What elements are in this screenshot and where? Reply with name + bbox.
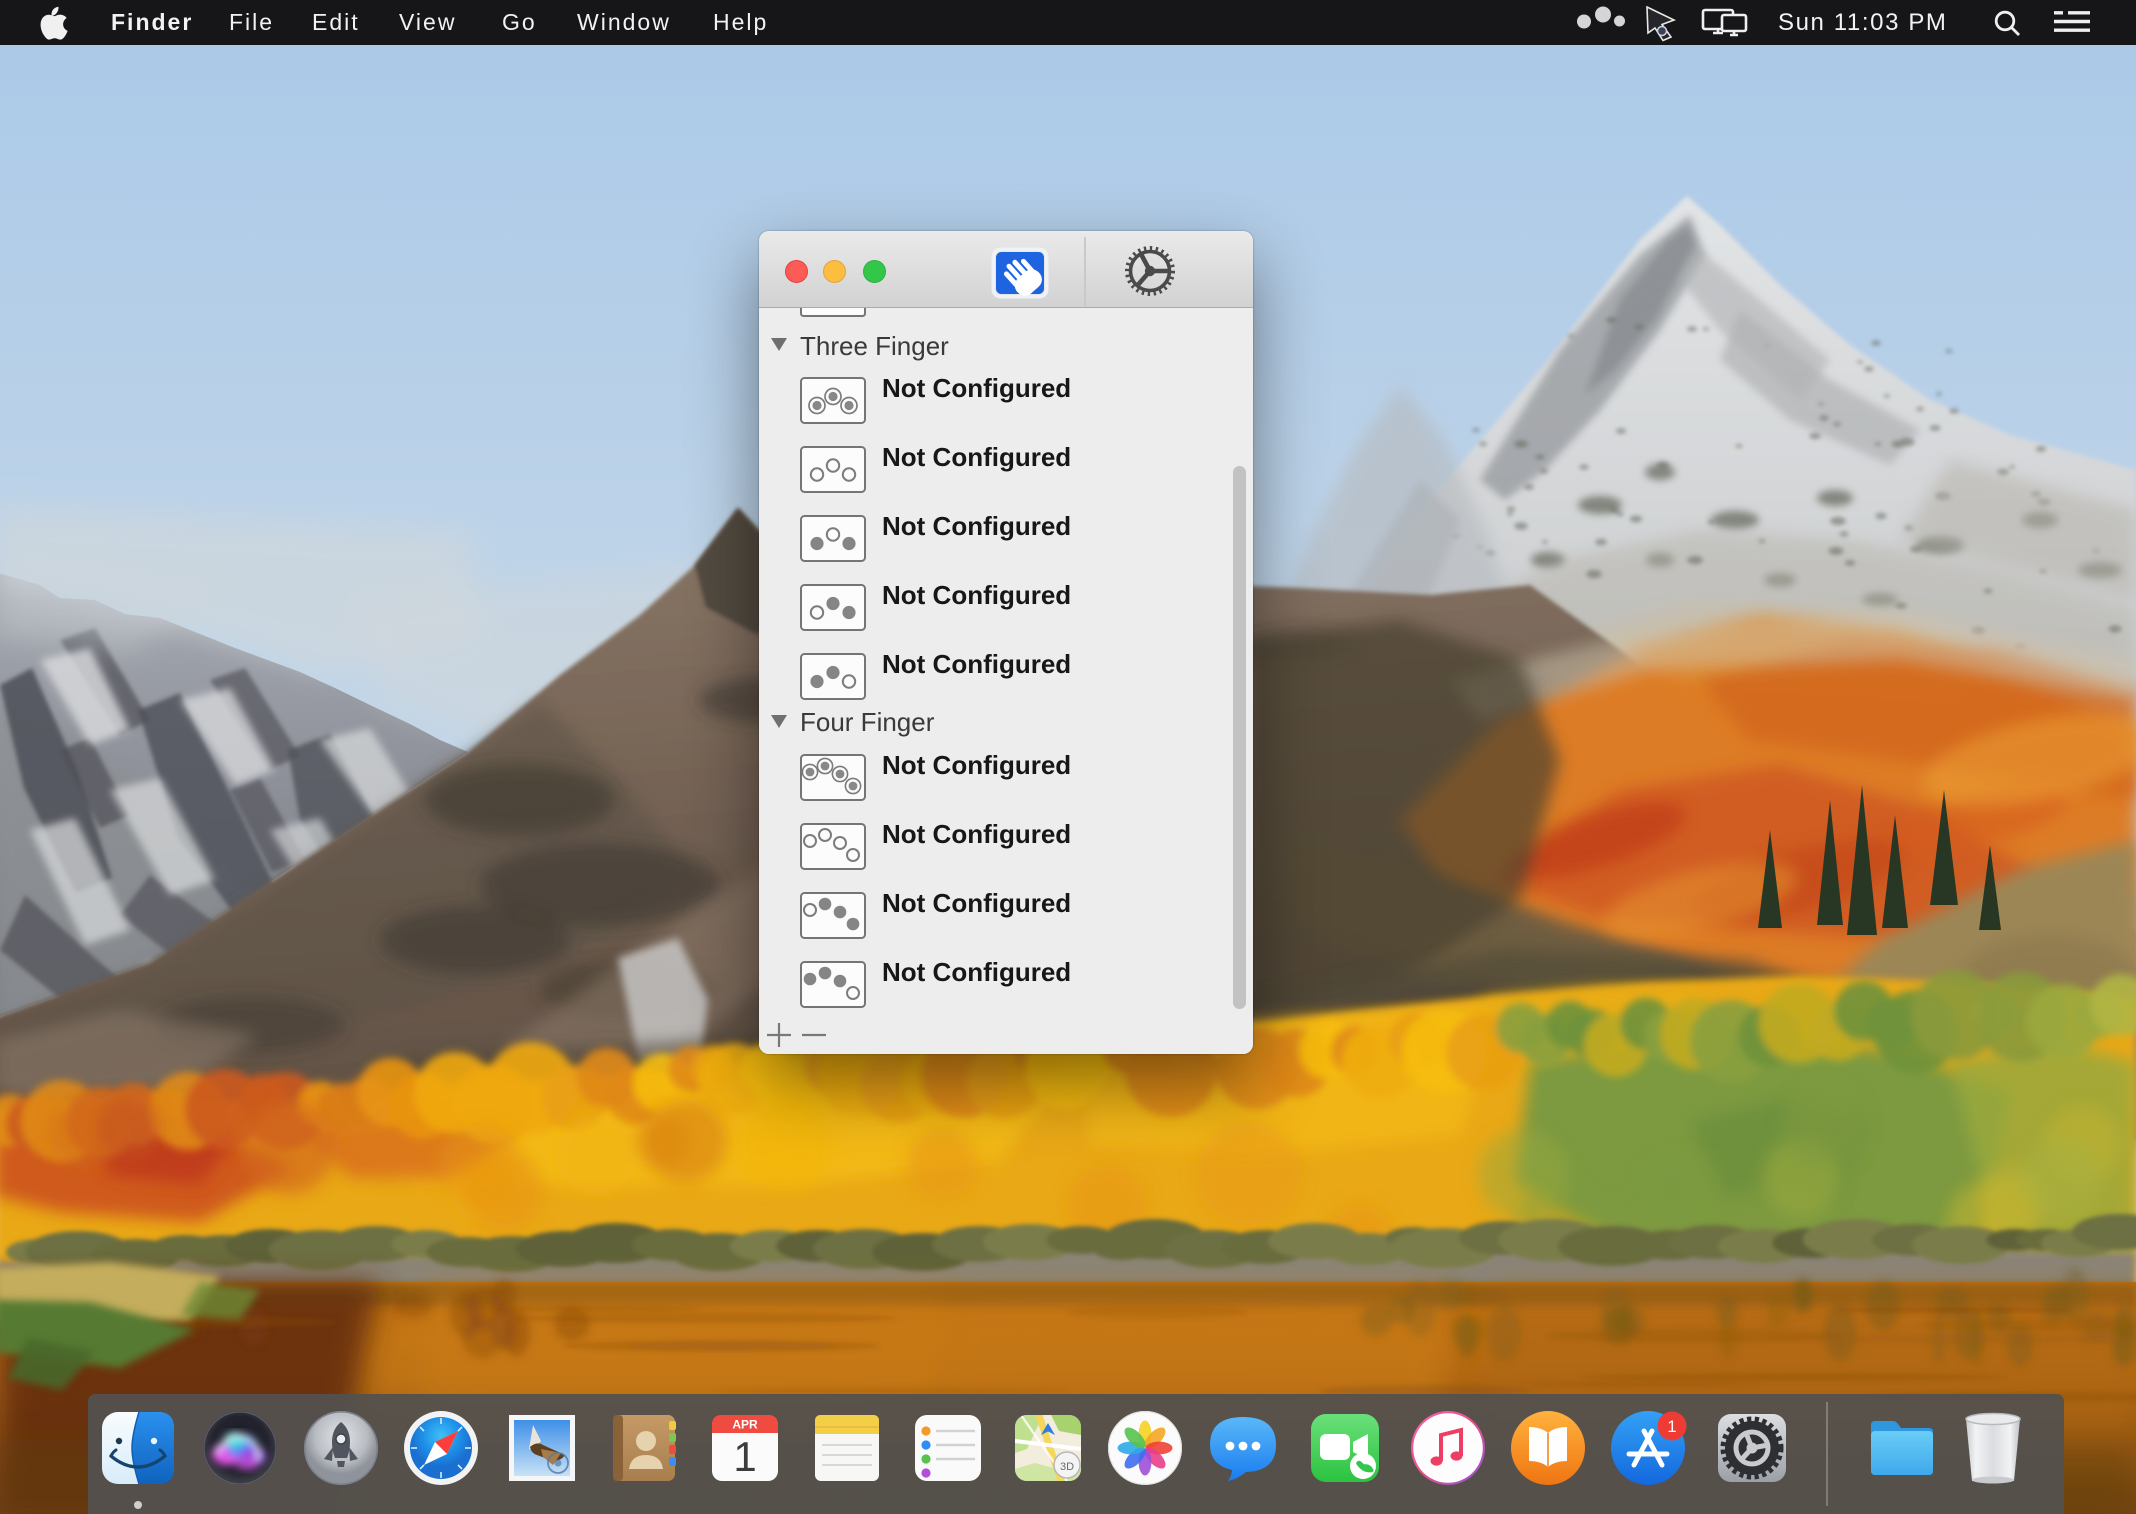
svg-text:1: 1: [733, 1433, 756, 1480]
svg-text:3D: 3D: [1060, 1461, 1074, 1473]
svg-text:APR: APR: [732, 1418, 758, 1432]
svg-text:1: 1: [1667, 1417, 1676, 1436]
